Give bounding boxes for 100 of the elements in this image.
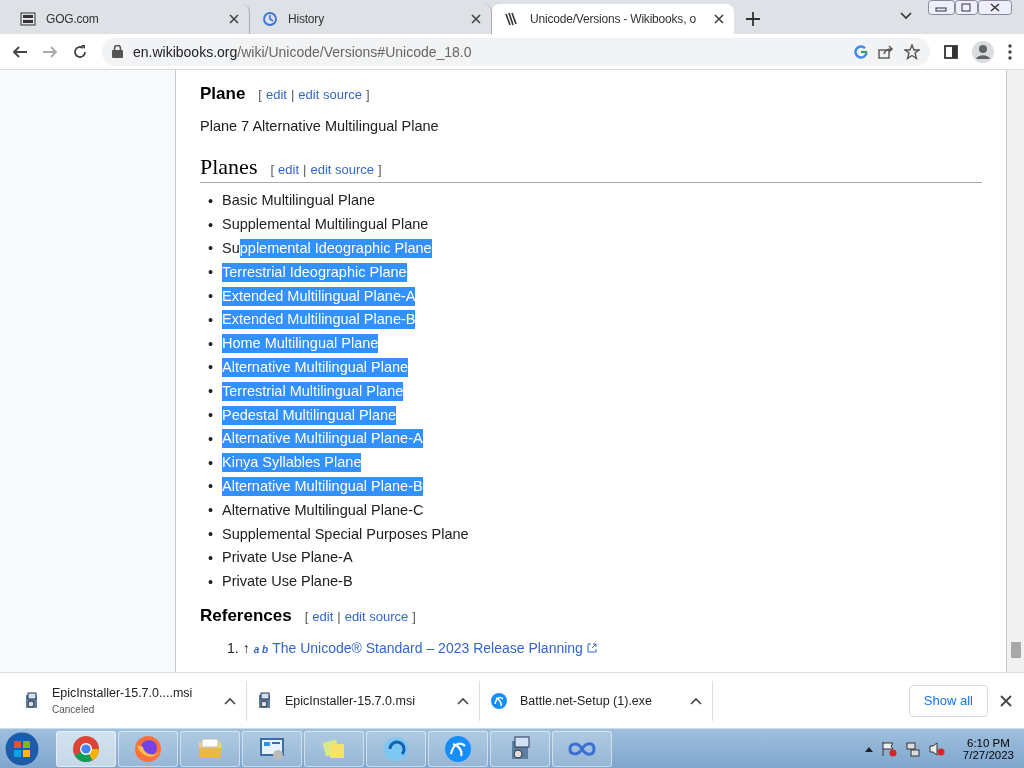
download-item[interactable]: Battle.net-Setup (1).exe — [480, 680, 713, 721]
bullet: • — [208, 478, 215, 495]
logo-icon — [20, 11, 36, 27]
close-icon[interactable] — [229, 14, 239, 24]
bracket: ] — [378, 162, 382, 177]
start-button[interactable] — [4, 730, 40, 767]
installer-icon — [257, 691, 273, 710]
taskbar-button[interactable] — [552, 730, 612, 767]
edit-link[interactable]: edit source — [298, 87, 362, 102]
tray-arrow-icon[interactable] — [864, 745, 873, 752]
selected-text: pplemental Ideographic Plane — [239, 239, 432, 258]
list-item: Basic Multilingual Plane — [222, 191, 376, 211]
flag-icon[interactable] — [880, 740, 897, 757]
lock-icon — [112, 45, 123, 58]
backref-arrow[interactable]: ↑ — [242, 639, 250, 656]
chrome-icon — [72, 734, 100, 763]
separator: | — [290, 87, 295, 102]
external-link-icon — [586, 642, 597, 653]
list-item: Private Use Plane-A — [222, 548, 353, 568]
list-item: Private Use Plane-B — [222, 572, 353, 592]
bullet: • — [208, 264, 215, 281]
file-name: EpicInstaller-15.7.0.msi — [285, 693, 416, 708]
speaker-muted-icon[interactable] — [928, 740, 945, 757]
new-tab-icon[interactable] — [746, 12, 760, 26]
clock-date: 7/27/2023 — [962, 748, 1014, 761]
tab-title: Unicode/Versions - Wikibooks, o — [530, 12, 697, 26]
taskbar-button[interactable] — [490, 730, 550, 767]
browser-tab[interactable]: Unicode/Versions - Wikibooks, o — [492, 4, 734, 34]
bullet: • — [208, 383, 215, 400]
separator: | — [303, 162, 307, 177]
list-item: Home Multilingual Plane — [222, 334, 379, 354]
share-icon[interactable] — [878, 44, 894, 59]
bullet: • — [208, 549, 215, 566]
list-item: Alternative Multilingual Plane-C — [222, 500, 424, 520]
bracket: [ — [304, 608, 309, 624]
back-icon[interactable] — [12, 43, 28, 60]
google-icon[interactable] — [854, 44, 868, 59]
star-icon[interactable] — [904, 43, 920, 60]
edit-link[interactable]: edit — [278, 162, 300, 177]
browser-tab[interactable]: GOG.com — [8, 4, 250, 34]
scrollbar[interactable] — [1007, 70, 1024, 672]
bullet: • — [208, 335, 215, 352]
history-icon — [262, 11, 278, 27]
profile-icon[interactable] — [972, 40, 994, 63]
list-item: Supplemental Multilingual Plane — [222, 215, 429, 235]
section-heading: References — [200, 605, 292, 626]
backlinks[interactable]: a b — [253, 643, 269, 655]
bullet: • — [208, 240, 215, 257]
close-icon[interactable] — [471, 14, 481, 24]
reload-icon[interactable] — [72, 43, 88, 60]
battlenet-icon — [444, 734, 472, 763]
edit-link[interactable]: edit — [266, 87, 287, 102]
close-icon[interactable] — [1000, 694, 1012, 707]
tab-title: History — [288, 12, 325, 26]
installer-icon — [24, 691, 40, 710]
taskbar-button[interactable] — [242, 730, 302, 767]
section-heading: Plane — [200, 84, 246, 104]
close-icon[interactable] — [714, 14, 724, 24]
bullet: • — [208, 573, 215, 590]
paragraph: Plane 7 Alternative Multilingual Plane — [200, 118, 440, 134]
window-controls-icon[interactable] — [928, 0, 1012, 16]
taskbar-button[interactable] — [56, 730, 116, 767]
edit-link[interactable]: edit — [312, 608, 334, 624]
show-all-button[interactable]: Show all — [908, 684, 988, 717]
list-item: Kinya Syllables Plane — [222, 453, 362, 473]
bracket: ] — [412, 608, 416, 624]
section-heading: Planes — [200, 154, 258, 180]
bullet: • — [208, 288, 215, 305]
battlenet-icon — [490, 691, 508, 710]
taskbar-button[interactable] — [366, 730, 426, 767]
scroll-thumb[interactable] — [1010, 642, 1021, 658]
taskbar-button[interactable] — [118, 730, 178, 767]
chevron-up-icon[interactable] — [690, 696, 702, 705]
download-item[interactable]: EpicInstaller-15.7.0.msi — [247, 680, 480, 721]
download-item[interactable]: EpicInstaller-15.7.0....msi Canceled — [14, 680, 247, 721]
network-icon[interactable] — [904, 740, 921, 757]
bullet: • — [208, 502, 215, 519]
taskbar-button[interactable] — [428, 730, 488, 767]
edit-link[interactable]: edit source — [344, 608, 409, 624]
list-item: Extended Multilingual Plane-A — [222, 286, 416, 306]
address-bar[interactable]: en.wikibooks.org/wiki/Unicode/Versions#Unicode_18.0 — [102, 37, 930, 66]
chevron-up-icon[interactable] — [224, 696, 236, 705]
books-icon — [504, 11, 520, 27]
url-text: en.wikibooks.org/wiki/Unicode/Versions#Unicode_18.0 — [133, 43, 472, 60]
side-panel-icon[interactable] — [944, 44, 958, 59]
menu-icon[interactable] — [1008, 43, 1012, 60]
bullet: • — [208, 359, 215, 376]
separator: | — [337, 608, 341, 624]
bullet: • — [208, 454, 215, 471]
chevron-up-icon[interactable] — [457, 696, 469, 705]
chevron-down-icon[interactable] — [900, 12, 912, 20]
reference-link[interactable]: The Unicode® Standard – 2023 Release Planning — [272, 639, 583, 656]
list-item: Terrestrial Ideographic Plane — [222, 262, 407, 282]
bracket: [ — [270, 162, 275, 177]
list-item: Alternative Multilingual Plane-B — [222, 476, 423, 496]
download-status: Canceled — [52, 704, 96, 715]
edit-link[interactable]: edit source — [310, 162, 375, 177]
bullet: • — [208, 526, 215, 543]
bullet: • — [208, 407, 215, 424]
bullet: • — [208, 216, 215, 233]
